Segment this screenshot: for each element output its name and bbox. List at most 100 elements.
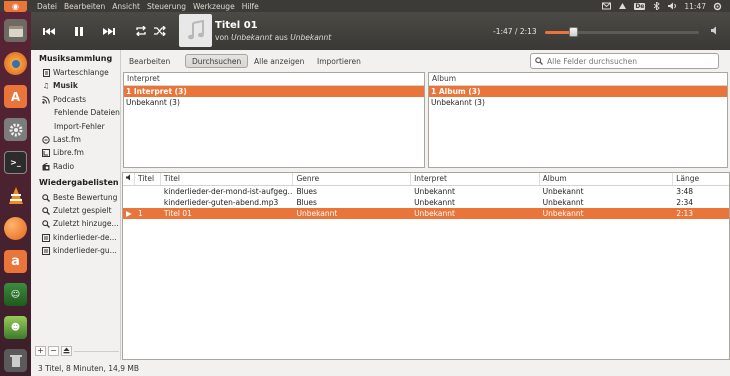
- terminal-icon[interactable]: >_: [4, 151, 27, 174]
- vlc-icon[interactable]: [4, 184, 27, 207]
- sidebar-playlist-kinderlieder-2[interactable]: kinderlieder-gu...: [42, 246, 117, 255]
- system-indicators: De 11:47: [602, 1, 730, 11]
- playlists-header: Wiedergabelisten: [39, 178, 119, 187]
- sidebar-playlist-recently-played[interactable]: Zuletzt gespielt: [42, 206, 112, 215]
- playlist-icon: [42, 233, 50, 242]
- playlist-icon: [42, 246, 50, 255]
- seek-handle[interactable]: [568, 27, 578, 37]
- trash-icon[interactable]: [4, 349, 27, 372]
- elapsed-time: -1:47 / 2:13: [493, 27, 537, 36]
- top-menu-bar: Datei Bearbeiten Ansicht Steuerung Werkz…: [0, 0, 730, 12]
- now-playing-subtitle: von Unbekannt aus Unbekannt: [215, 33, 332, 42]
- eject-button[interactable]: [61, 346, 72, 356]
- tab-show-all[interactable]: Alle anzeigen: [247, 54, 311, 68]
- menu-werkzeuge[interactable]: Werkzeuge: [193, 2, 235, 11]
- sidebar: Musiksammlung Warteschlange ♫ Musik Podc…: [31, 50, 121, 360]
- col-length[interactable]: Länge: [673, 173, 729, 185]
- menu-steuerung[interactable]: Steuerung: [147, 2, 186, 11]
- col-album[interactable]: Album: [540, 173, 674, 185]
- power-gear-icon[interactable]: [713, 2, 722, 11]
- keyboard-layout-badge[interactable]: De: [634, 2, 646, 10]
- sidebar-playlist-kinderlieder-1[interactable]: kinderlieder-de...: [42, 233, 117, 242]
- sidebar-item-lastfm[interactable]: Last.fm: [42, 135, 81, 144]
- sidebar-item-missing-files[interactable]: Fehlende Dateien: [54, 108, 120, 117]
- status-bar: 3 Titel, 8 Minuten, 14,9 MB: [31, 362, 730, 376]
- firefox-icon[interactable]: [4, 52, 27, 75]
- smart-search-icon: [42, 206, 50, 215]
- sidebar-playlist-recently-added[interactable]: Zuletzt hinzuge...: [42, 219, 119, 228]
- network-icon[interactable]: [618, 2, 627, 10]
- menu-ansicht[interactable]: Ansicht: [112, 2, 140, 11]
- file-manager-icon[interactable]: [4, 19, 27, 42]
- app-menu: Datei Bearbeiten Ansicht Steuerung Werkz…: [0, 2, 259, 11]
- tab-browse[interactable]: Durchsuchen: [185, 54, 249, 68]
- sidebar-item-queue[interactable]: Warteschlange: [42, 68, 109, 77]
- library-header: Musiksammlung: [39, 54, 113, 63]
- mail-icon[interactable]: [602, 2, 612, 10]
- speaker-icon: [711, 26, 716, 35]
- tab-import[interactable]: Importieren: [310, 54, 368, 68]
- track-list: Titel Titel Genre Interpret Album Länge …: [122, 172, 730, 360]
- sidebar-item-librefm[interactable]: Libre.fm: [42, 148, 84, 157]
- shuffle-button[interactable]: [150, 22, 170, 40]
- queue-icon: [42, 68, 50, 77]
- software-center-icon[interactable]: A: [4, 85, 27, 108]
- track-list-header: Titel Titel Genre Interpret Album Länge: [123, 173, 729, 186]
- system-settings-icon[interactable]: [4, 118, 27, 141]
- artist-row-all[interactable]: 1 Interpret (3): [124, 86, 424, 97]
- volume-icon[interactable]: [668, 2, 677, 10]
- pause-button[interactable]: [69, 22, 89, 40]
- lastfm-icon: [42, 135, 50, 144]
- album-row[interactable]: Unbekannt (3): [429, 97, 727, 108]
- seek-slider[interactable]: [545, 27, 699, 37]
- launcher: ◉ A >_ a ☺ ☻: [0, 1, 31, 376]
- ubuntu-dash-icon[interactable]: ◉: [4, 1, 27, 12]
- track-row[interactable]: kinderlieder-guten-abend.mp3 Blues Unbek…: [123, 197, 729, 208]
- clock[interactable]: 11:47: [684, 2, 706, 11]
- sidebar-playlist-top-rated[interactable]: Beste Bewertung: [42, 193, 117, 202]
- album-row-all[interactable]: 1 Album (3): [429, 86, 727, 97]
- music-note-icon: [187, 19, 204, 39]
- add-playlist-button[interactable]: +: [35, 346, 46, 356]
- album-art: [179, 14, 212, 47]
- sidebar-item-music[interactable]: ♫ Musik: [42, 81, 78, 90]
- now-playing-album: Unbekannt: [290, 33, 332, 42]
- artist-row[interactable]: Unbekannt (3): [124, 97, 424, 108]
- volume-button[interactable]: [711, 26, 721, 37]
- album-browser: Album 1 Album (3) Unbekannt (3): [428, 72, 728, 168]
- sidebar-item-radio[interactable]: Radio: [42, 162, 74, 171]
- menu-datei[interactable]: Datei: [37, 2, 57, 11]
- artist-column-header[interactable]: Interpret: [124, 73, 424, 86]
- menu-bearbeiten[interactable]: Bearbeiten: [64, 2, 105, 11]
- sidebar-item-podcasts[interactable]: Podcasts: [42, 95, 86, 104]
- col-playing[interactable]: [123, 173, 135, 185]
- remove-playlist-button[interactable]: −: [48, 346, 59, 356]
- track-row-playing[interactable]: ▶ 1 Titel 01 Unbekannt Unbekannt Unbekan…: [123, 208, 729, 219]
- next-button[interactable]: [99, 22, 119, 40]
- tab-edit[interactable]: Bearbeiten: [122, 54, 177, 68]
- now-playing-artist: Unbekannt: [231, 33, 273, 42]
- browser-toolbar: Bearbeiten Durchsuchen Alle anzeigen Imp…: [122, 52, 730, 70]
- col-title[interactable]: Titel: [161, 173, 294, 185]
- player-header: Titel 01 von Unbekannt aus Unbekannt -1:…: [31, 12, 730, 50]
- repeat-button[interactable]: [131, 22, 151, 40]
- artist-browser: Interpret 1 Interpret (3) Unbekannt (3): [123, 72, 425, 168]
- col-track-number[interactable]: Titel: [135, 173, 161, 185]
- menu-hilfe[interactable]: Hilfe: [242, 2, 259, 11]
- col-artist[interactable]: Interpret: [411, 173, 540, 185]
- orange-app-icon[interactable]: [4, 217, 27, 240]
- play-indicator-icon: ▶: [126, 209, 132, 218]
- amazon-icon[interactable]: a: [4, 250, 27, 273]
- album-column-header[interactable]: Album: [429, 73, 727, 86]
- robot-app-icon[interactable]: ☻: [4, 316, 27, 339]
- sidebar-toolbar: + −: [35, 346, 119, 358]
- track-row[interactable]: kinderlieder-der-mond-ist-aufgeg... Blue…: [123, 186, 729, 197]
- now-playing-title: Titel 01: [215, 20, 258, 31]
- search-box[interactable]: [530, 53, 719, 69]
- col-genre[interactable]: Genre: [293, 173, 412, 185]
- game-app-icon[interactable]: ☺: [4, 283, 27, 306]
- sidebar-item-import-errors[interactable]: Import-Fehler: [54, 122, 105, 131]
- bluetooth-icon[interactable]: [652, 1, 661, 11]
- search-input[interactable]: [547, 56, 707, 66]
- previous-button[interactable]: [39, 22, 59, 40]
